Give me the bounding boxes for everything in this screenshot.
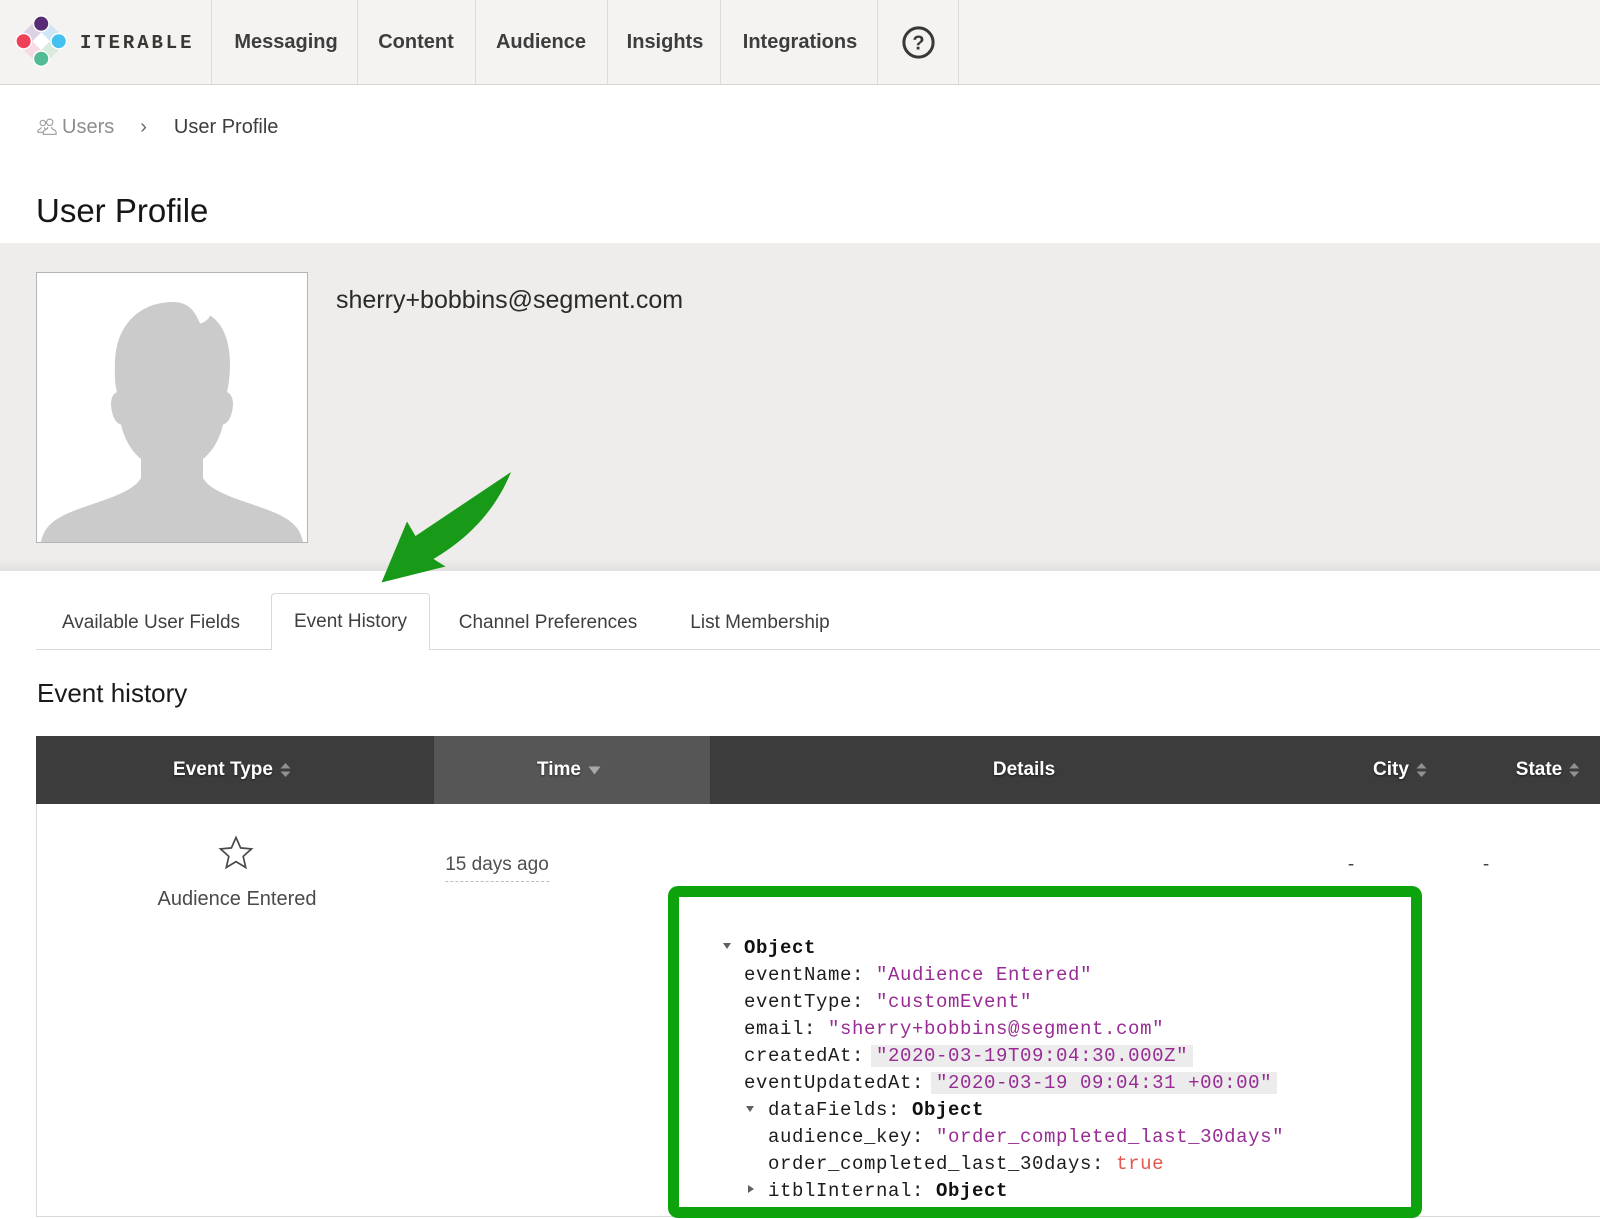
svg-text:?: ? xyxy=(912,33,924,55)
